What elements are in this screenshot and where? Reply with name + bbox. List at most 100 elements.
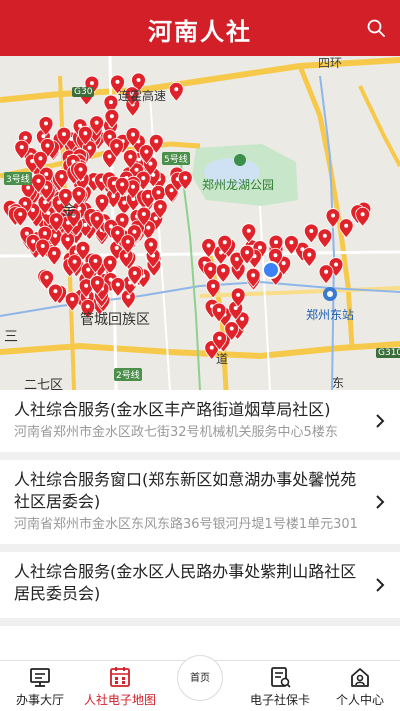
chevron-right-icon	[376, 578, 385, 592]
nav-item-home[interactable]: 首页	[160, 655, 240, 711]
nav-item-social-card[interactable]: 电子社保卡	[240, 661, 320, 711]
pin-center	[108, 260, 113, 265]
nav-label: 办事大厅	[15, 693, 64, 707]
pin-center	[84, 283, 89, 288]
nav-item-profile[interactable]: 个人中心	[320, 661, 400, 711]
pin-center	[206, 243, 211, 248]
pin-center	[86, 267, 91, 272]
ring4-label: 四环	[318, 56, 343, 70]
pin-center	[18, 212, 23, 217]
service-point-pin-icon[interactable]	[215, 263, 231, 284]
service-point-pin-icon[interactable]	[303, 223, 319, 244]
pin-center	[229, 326, 234, 331]
my-location-icon	[262, 261, 280, 279]
home-icon[interactable]: 首页	[177, 655, 223, 701]
dong-label: 东	[332, 376, 345, 390]
pin-center	[251, 273, 256, 278]
nav-item-e-map[interactable]: 人社电子地图	[80, 661, 160, 711]
service-point-pin-icon[interactable]	[317, 228, 333, 249]
pin-center	[216, 307, 221, 312]
list-item-title: 人社综合服务(金水区人民路办事处紫荆山路社区居民委员会)	[14, 562, 357, 603]
pin-center	[23, 201, 28, 206]
pin-center	[44, 185, 49, 190]
pin-center	[153, 216, 158, 221]
pin-center	[53, 289, 58, 294]
service-point-list: 人社综合服务(金水区丰产路街道烟草局社区) 河南省郑州市金水区政七街32号机械机…	[0, 390, 400, 660]
pin-center	[158, 204, 163, 209]
dao-label: 道	[216, 352, 229, 366]
pin-center	[217, 336, 222, 341]
pin-center	[183, 175, 188, 180]
pin-center	[23, 135, 28, 140]
pin-center	[331, 213, 336, 218]
pin-center	[120, 217, 125, 222]
pin-center	[24, 231, 29, 236]
pin-center	[174, 87, 179, 92]
pin-center	[128, 154, 133, 159]
pin-center	[44, 275, 49, 280]
list-item-title: 人社综合服务窗口(郑东新区如意湖办事处馨悦苑社区居委会)	[14, 470, 357, 511]
pin-center	[65, 237, 70, 242]
pin-center	[333, 262, 338, 267]
chevron-right-icon	[376, 495, 385, 509]
pin-center	[44, 172, 49, 177]
pin-center	[156, 190, 161, 195]
pin-center	[26, 185, 31, 190]
pin-center	[31, 239, 36, 244]
pin-center	[281, 261, 286, 266]
pin-center	[107, 154, 112, 159]
pin-center	[309, 228, 314, 233]
pin-center	[246, 228, 251, 233]
pin-center	[154, 139, 159, 144]
pin-center	[100, 198, 105, 203]
pin-center	[324, 269, 329, 274]
pin-center	[134, 167, 139, 172]
pin-center	[52, 251, 57, 256]
service-point-pin-icon[interactable]	[64, 291, 80, 312]
service-map[interactable]: G30 连霍高速 四环 郑州龙湖公园 3号线 5号线 2号线 管城回族区 郑州东…	[0, 56, 400, 390]
list-item[interactable]: 人社综合服务(金水区丰产路街道烟草局社区) 河南省郑州市金水区政七街32号机械机…	[0, 390, 400, 460]
guancheng-label: 管城回族区	[80, 312, 150, 328]
pin-center	[141, 212, 146, 217]
bottom-nav: 办事大厅 人社电子地图 首页 电子社保卡 个人中心	[0, 655, 400, 711]
pin-center	[360, 212, 365, 217]
service-point-pin-icon[interactable]	[318, 264, 334, 285]
service-point-pin-icon[interactable]	[168, 81, 184, 102]
pin-center	[273, 240, 278, 245]
pin-center	[114, 143, 119, 148]
pin-center	[94, 216, 99, 221]
line2-tag: 2号线	[114, 368, 142, 381]
pin-center	[131, 132, 136, 137]
list-item[interactable]: 人社综合服务(金水区人民路办事处紫荆山路社区居民委员会)	[0, 552, 400, 626]
pin-center	[59, 174, 64, 179]
nav-item-service-hall[interactable]: 办事大厅	[0, 661, 80, 711]
pin-center	[132, 270, 137, 275]
pin-center	[240, 316, 245, 321]
line5-tag: 5号线	[162, 152, 190, 165]
pin-center	[83, 131, 88, 136]
nav-label: 首页	[190, 673, 210, 684]
pin-center	[307, 252, 312, 257]
pin-center	[89, 81, 94, 86]
pin-center	[72, 259, 77, 264]
highway-label: 连霍高速	[118, 89, 167, 103]
pin-center	[42, 231, 47, 236]
pin-center	[236, 292, 241, 297]
search-icon[interactable]	[366, 18, 386, 38]
pin-center	[80, 246, 85, 251]
pin-center	[257, 245, 262, 250]
pin-center	[234, 257, 239, 262]
pin-center	[115, 230, 120, 235]
social-security-card-icon	[271, 667, 291, 688]
service-point-pin-icon[interactable]	[301, 247, 317, 268]
map-canvas[interactable]	[0, 56, 400, 390]
pin-center	[109, 114, 114, 119]
pin-center	[120, 182, 125, 187]
list-item[interactable]: 人社综合服务窗口(郑东新区如意湖办事处馨悦苑社区居委会) 河南省郑州市金水区东风…	[0, 460, 400, 552]
pin-center	[93, 258, 98, 263]
pin-center	[221, 268, 226, 273]
pin-center	[36, 178, 41, 183]
pin-center	[114, 245, 119, 250]
list-item-title: 人社综合服务(金水区丰产路街道烟草局社区)	[14, 400, 331, 419]
nav-label: 电子社保卡	[249, 693, 310, 707]
